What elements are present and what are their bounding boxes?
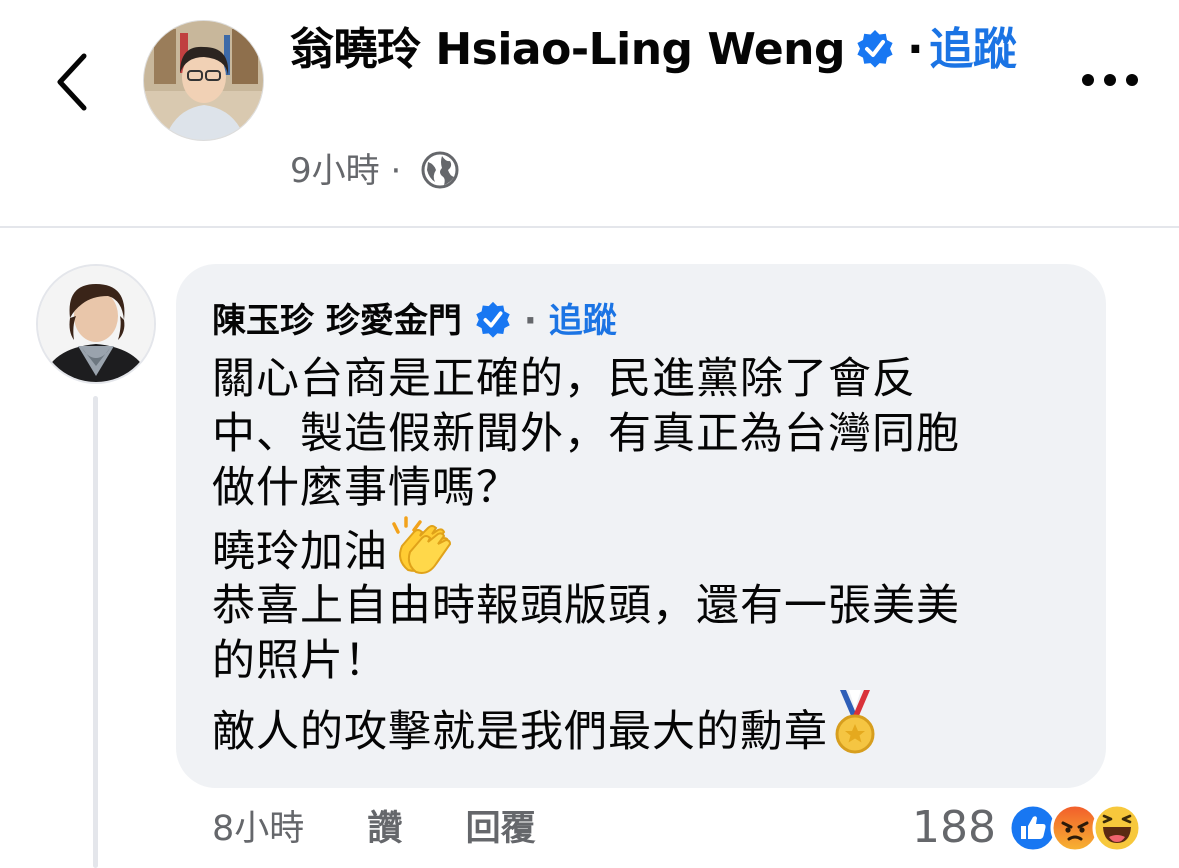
commenter-header: 陳玉珍 珍愛金門 · 追蹤	[212, 296, 617, 346]
verified-badge-icon	[857, 30, 893, 68]
more-horizontal-icon	[1082, 74, 1138, 86]
reaction-summary[interactable]: 188	[912, 798, 1142, 858]
post-author-line: 翁曉玲 Hsiao-Ling Weng · 追蹤	[290, 20, 1050, 80]
globe-icon	[421, 151, 459, 189]
commenter-avatar[interactable]	[36, 264, 156, 384]
commenter-name[interactable]: 陳玉珍 珍愛金門	[212, 301, 462, 341]
comment-line: 恭喜上自由時報頭版頭，還有一張美美	[212, 581, 960, 631]
comment-text: 關心台商是正確的，民進黨除了會反 中、製造假新聞外，有真正為台灣同胞 做什麼事情…	[212, 352, 1092, 760]
clapping-hands-icon	[392, 515, 452, 574]
follow-author-button[interactable]: 追蹤	[929, 24, 1017, 75]
medal-icon	[835, 690, 875, 754]
reaction-count: 188	[912, 802, 996, 853]
comment-line: 敵人的攻擊就是我們最大的勳章	[212, 707, 828, 757]
comment-line-with-emoji: 曉玲加油	[212, 515, 1092, 580]
comment-line: 的照片！	[212, 635, 388, 686]
comment-line: 曉玲加油	[212, 526, 388, 577]
separator-dot: ·	[523, 301, 537, 341]
comment-line-with-emoji: 敵人的攻擊就是我們最大的勳章	[212, 688, 1092, 760]
reply-button[interactable]: 回覆	[466, 804, 536, 854]
like-button[interactable]: 讚	[367, 804, 402, 854]
comment-actions: 8小時 讚 回覆	[212, 804, 536, 854]
comment-time[interactable]: 8小時	[212, 804, 304, 854]
comment-line: 做什麼事情嗎？	[212, 463, 520, 513]
verified-badge-icon	[476, 301, 510, 338]
comment-line: 中、製造假新聞外，有真正為台灣同胞	[212, 408, 960, 459]
more-options-button[interactable]	[1078, 60, 1142, 100]
comment-line: 關心台商是正確的，民進黨除了會反	[212, 354, 916, 404]
separator-dot: ·	[390, 151, 402, 191]
post-author-name[interactable]: 翁曉玲 Hsiao-Ling Weng	[290, 24, 845, 75]
header-divider	[0, 226, 1179, 228]
back-button[interactable]	[48, 46, 96, 118]
author-avatar[interactable]	[143, 20, 264, 141]
chevron-left-icon	[57, 53, 87, 111]
reply-thread-line	[93, 396, 98, 868]
post-time[interactable]: 9小時	[290, 151, 380, 191]
follow-commenter-button[interactable]: 追蹤	[549, 301, 617, 341]
separator-dot: ·	[906, 24, 924, 75]
post-meta: 9小時 ·	[290, 146, 460, 196]
haha-reaction-icon	[1092, 803, 1142, 853]
